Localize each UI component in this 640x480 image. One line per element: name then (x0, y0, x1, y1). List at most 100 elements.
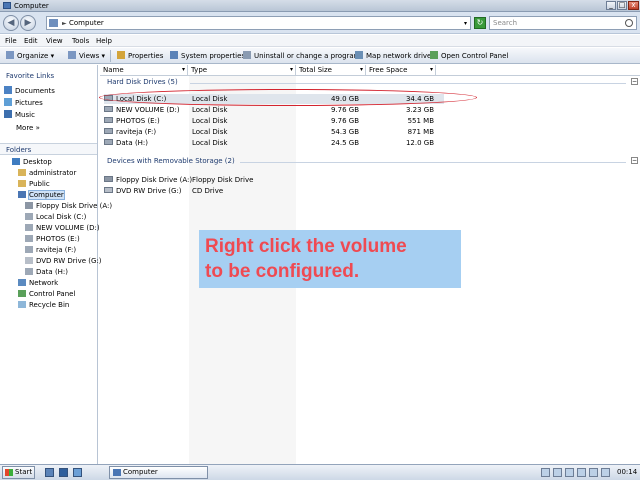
open-control-panel-button[interactable]: Open Control Panel (430, 50, 508, 62)
tree-item-administrator[interactable]: administrator (18, 169, 76, 178)
tree-item-floppy-a[interactable]: Floppy Disk Drive (A:) (25, 202, 112, 211)
tree-item-photos-e[interactable]: PHOTOS (E:) (25, 235, 80, 244)
chevron-down-icon[interactable]: ▾ (430, 65, 433, 75)
organize-icon (6, 51, 14, 59)
more-link[interactable]: More » (16, 124, 40, 133)
menu-help[interactable]: Help (96, 36, 112, 46)
map-network-drive-button[interactable]: Map network drive (355, 50, 431, 62)
collapse-icon[interactable]: − (631, 78, 638, 85)
drive-row-h[interactable]: Data (H:) Local Disk 24.5 GB 12.0 GB (104, 138, 444, 148)
collapse-icon[interactable]: − (631, 157, 638, 164)
folders-header[interactable]: Folders (0, 143, 97, 155)
chevron-down-icon[interactable]: ▾ (464, 18, 467, 29)
desktop-icon (12, 158, 20, 165)
group-header-hard-disks[interactable]: Hard Disk Drives (5) (107, 78, 178, 87)
column-name-label: Name (103, 66, 124, 74)
views-button[interactable]: Views ▾ (68, 50, 105, 62)
drive-name: Data (H:) (116, 139, 149, 147)
computer-icon (49, 19, 58, 27)
drive-row-a[interactable]: Floppy Disk Drive (A:) Floppy Disk Drive (104, 175, 444, 185)
organize-button[interactable]: Organize ▾ (6, 50, 54, 62)
drive-type: Local Disk (192, 117, 228, 125)
tree-item-control-panel[interactable]: Control Panel (18, 290, 75, 299)
tree-item-desktop[interactable]: Desktop (12, 158, 52, 167)
search-icon[interactable] (625, 19, 633, 27)
breadcrumb-computer[interactable]: Computer (69, 18, 104, 29)
menu-edit[interactable]: Edit (24, 36, 38, 46)
column-header-free-space[interactable]: Free Space ▾ (366, 65, 436, 75)
favorite-pictures-label: Pictures (15, 99, 43, 107)
tree-item-public[interactable]: Public (18, 180, 50, 189)
tree-item-network[interactable]: Network (18, 279, 58, 288)
favorite-pictures[interactable]: Pictures (4, 98, 43, 108)
powershell-icon[interactable] (59, 468, 68, 477)
tree-item-raviteja-f[interactable]: raviteja (F:) (25, 246, 76, 255)
close-button[interactable]: x (628, 1, 639, 10)
tree-label-computer: Computer (28, 190, 65, 200)
minimize-button[interactable]: _ (606, 1, 616, 10)
control-panel-icon (430, 51, 438, 59)
tree-item-local-disk-c[interactable]: Local Disk (C:) (25, 213, 86, 222)
volume-tray-icon[interactable] (601, 468, 610, 477)
chevron-down-icon[interactable]: ▾ (290, 65, 293, 75)
chevron-down-icon[interactable]: ▾ (360, 65, 363, 75)
favorite-documents[interactable]: Documents (4, 86, 55, 96)
windows-logo-icon (5, 469, 13, 476)
highlight-ellipse (99, 89, 477, 106)
drive-type: Local Disk (192, 139, 228, 147)
chevron-down-icon[interactable]: ▾ (182, 65, 185, 75)
tree-item-recycle-bin[interactable]: Recycle Bin (18, 301, 69, 310)
menu-file[interactable]: File (5, 36, 17, 46)
control-panel-icon (18, 290, 26, 297)
drive-name-cell: Floppy Disk Drive (A:) (104, 175, 192, 185)
tray-icon[interactable] (541, 468, 550, 477)
pictures-icon (4, 98, 12, 106)
tray-icon[interactable] (565, 468, 574, 477)
tray-icon[interactable] (577, 468, 586, 477)
tree-item-data-h[interactable]: Data (H:) (25, 268, 68, 277)
hard-drive-icon (25, 268, 33, 275)
back-button[interactable]: ◀ (3, 15, 19, 31)
tray-icon[interactable] (553, 468, 562, 477)
search-input[interactable]: Search (489, 16, 637, 30)
maximize-button[interactable]: □ (617, 1, 627, 10)
group-header-removable[interactable]: Devices with Removable Storage (2) (107, 157, 235, 166)
internet-explorer-icon[interactable] (73, 468, 82, 477)
views-label: Views ▾ (79, 52, 105, 60)
forward-button[interactable]: ▶ (20, 15, 36, 31)
refresh-button[interactable]: ↻ (474, 17, 486, 29)
tree-label-data-h: Data (H:) (36, 268, 69, 276)
hard-drive-icon (104, 139, 113, 145)
drive-name-cell: DVD RW Drive (G:) (104, 186, 182, 196)
taskbar-item-computer[interactable]: Computer (109, 466, 208, 479)
instruction-callout: Right click the volume to be configured. (199, 230, 461, 288)
network-drive-icon (355, 51, 363, 59)
column-header-total-size[interactable]: Total Size ▾ (296, 65, 366, 75)
user-folder-icon (18, 169, 26, 176)
tree-item-dvd-g[interactable]: DVD RW Drive (G:) (25, 257, 102, 266)
favorite-music-label: Music (15, 111, 35, 119)
breadcrumb-separator[interactable]: ► (62, 18, 67, 29)
properties-button[interactable]: Properties (117, 50, 163, 62)
address-bar[interactable]: ► Computer ▾ (46, 16, 471, 30)
clock[interactable]: 00:14 (617, 467, 637, 478)
server-manager-icon[interactable] (45, 468, 54, 477)
column-header-type[interactable]: Type ▾ (188, 65, 296, 75)
drive-free-space: 871 MB (407, 128, 434, 136)
tree-item-computer[interactable]: Computer (18, 190, 65, 200)
drive-row-g[interactable]: DVD RW Drive (G:) CD Drive (104, 186, 444, 196)
drive-row-f[interactable]: raviteja (F:) Local Disk 54.3 GB 871 MB (104, 127, 444, 137)
drive-row-e[interactable]: PHOTOS (E:) Local Disk 9.76 GB 551 MB (104, 116, 444, 126)
network-tray-icon[interactable] (589, 468, 598, 477)
tree-item-new-volume-d[interactable]: NEW VOLUME (D:) (25, 224, 100, 233)
menu-tools[interactable]: Tools (72, 36, 89, 46)
uninstall-program-button[interactable]: Uninstall or change a program (243, 50, 361, 62)
system-properties-label: System properties (181, 52, 246, 60)
menu-view[interactable]: View (46, 36, 63, 46)
favorite-music[interactable]: Music (4, 110, 35, 120)
start-button[interactable]: Start (2, 466, 35, 479)
system-properties-button[interactable]: System properties (170, 50, 245, 62)
column-header-name[interactable]: Name ▾ (100, 65, 188, 75)
drive-type: CD Drive (192, 187, 224, 195)
drive-row-d[interactable]: NEW VOLUME (D:) Local Disk 9.76 GB 3.23 … (104, 105, 444, 115)
